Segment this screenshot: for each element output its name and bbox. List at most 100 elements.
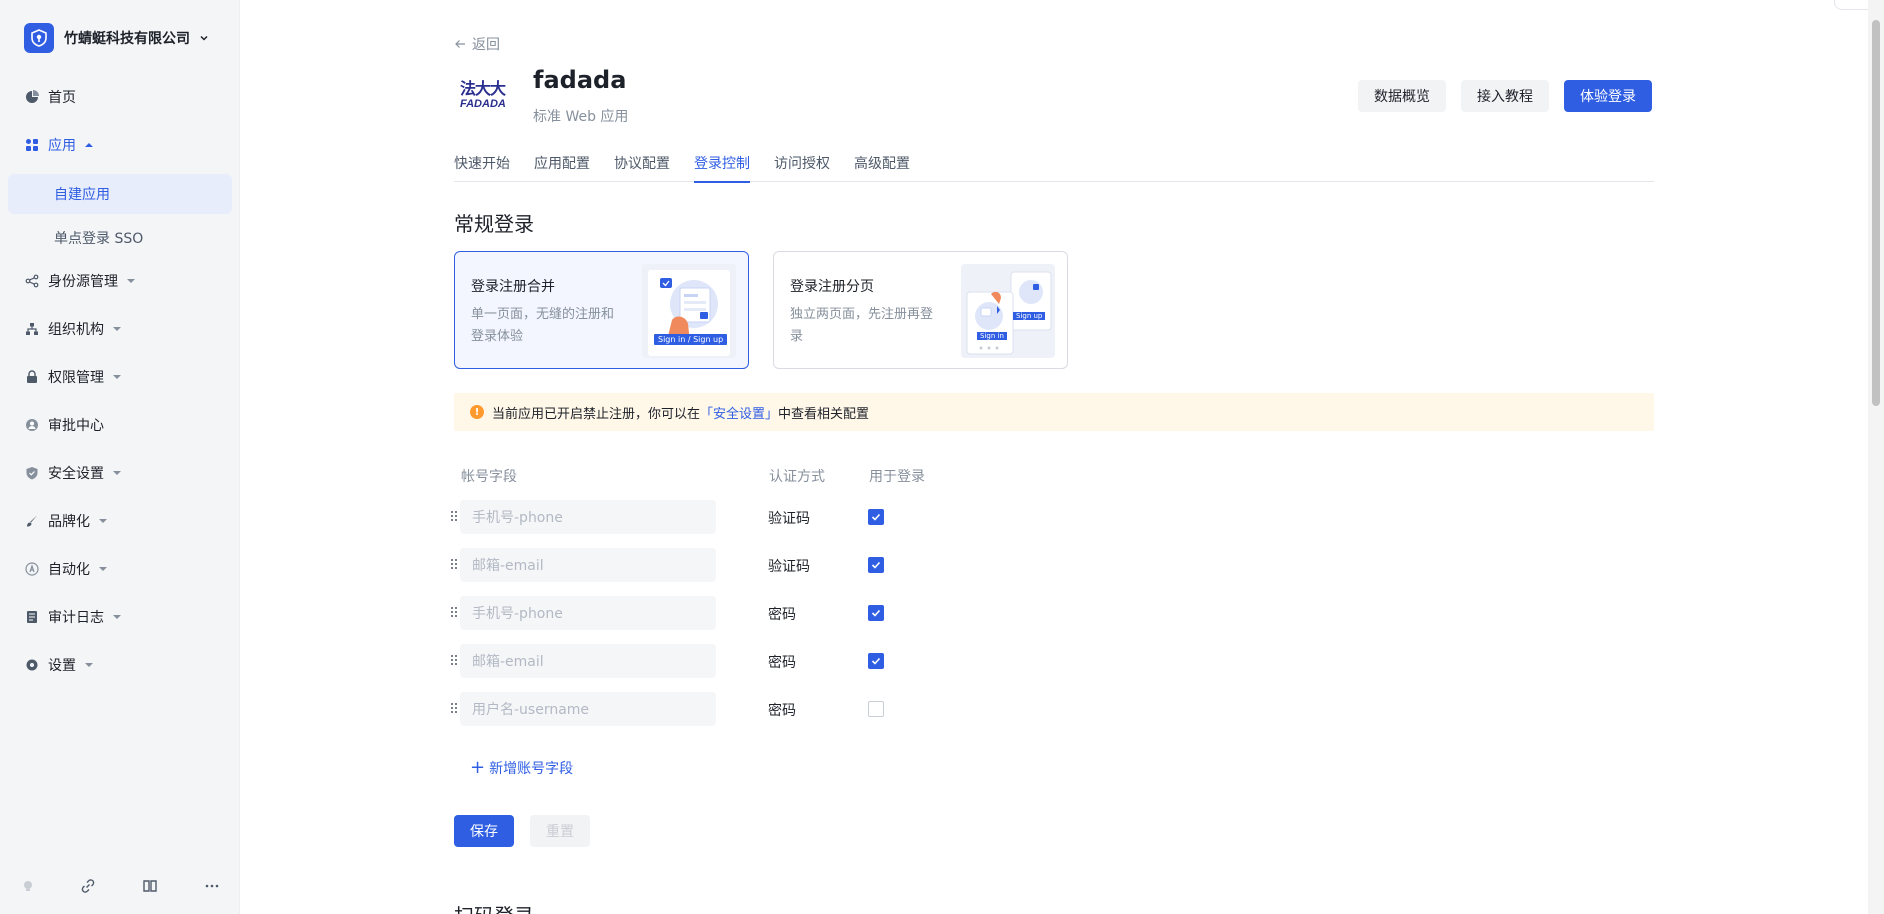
save-button[interactable]: 保存 xyxy=(454,815,514,847)
login-mode-card-separate[interactable]: 登录注册分页 独立两页面，先注册再登录 Sign up Sign in xyxy=(773,251,1068,369)
sidebar-item-label: 设置 xyxy=(48,658,76,674)
data-overview-button[interactable]: 数据概览 xyxy=(1358,80,1446,112)
use-for-login-checkbox[interactable] xyxy=(868,557,884,573)
apps-icon xyxy=(24,137,40,153)
sidebar-item-label: 身份源管理 xyxy=(48,274,118,290)
account-field-select[interactable]: 邮箱-email xyxy=(460,548,716,582)
table-row: 邮箱-email 密码 xyxy=(450,644,970,678)
drag-handle-icon[interactable] xyxy=(450,510,458,524)
sidebar-item-identity-sources[interactable]: 身份源管理 xyxy=(0,262,240,300)
tab-app-config[interactable]: 应用配置 xyxy=(534,152,590,182)
tab-advanced-config[interactable]: 高级配置 xyxy=(854,152,910,182)
org-switcher[interactable]: 竹蜻蜓科技有限公司 xyxy=(24,23,210,53)
add-label: 新增账号字段 xyxy=(489,760,574,777)
account-field-select[interactable]: 邮箱-email xyxy=(460,644,716,678)
card-title: 登录注册分页 xyxy=(790,279,874,295)
reset-button: 重置 xyxy=(530,815,590,847)
security-settings-link[interactable]: 「安全设置」 xyxy=(700,403,778,422)
tab-bar: 快速开始 应用配置 协议配置 登录控制 访问授权 高级配置 xyxy=(454,152,1654,183)
notice-text-after: 中查看相关配置 xyxy=(778,406,870,422)
app-logo-cn: 法大大 xyxy=(460,79,506,98)
try-login-button[interactable]: 体验登录 xyxy=(1564,80,1652,112)
sidebar-item-label: 自动化 xyxy=(48,562,90,578)
brush-icon xyxy=(24,513,40,529)
sidebar-item-branding[interactable]: 品牌化 xyxy=(0,502,240,540)
merged-login-illustration: Sign in / Sign up xyxy=(642,264,736,358)
sidebar-item-permissions[interactable]: 权限管理 xyxy=(0,358,240,396)
drag-handle-icon[interactable] xyxy=(450,654,458,668)
col-header-login: 用于登录 xyxy=(869,469,925,485)
signin-signup-chip: Sign in / Sign up xyxy=(654,334,728,345)
sidebar-item-apps[interactable]: 应用 xyxy=(0,126,240,164)
sidebar-item-automation[interactable]: 自动化 xyxy=(0,550,240,588)
sidebar-item-label: 应用 xyxy=(48,138,76,154)
use-for-login-checkbox[interactable] xyxy=(868,701,884,717)
caret-down-icon xyxy=(112,612,122,622)
warning-icon: ! xyxy=(470,405,484,419)
auth-method: 验证码 xyxy=(768,559,810,575)
sidebar-item-label: 审计日志 xyxy=(48,610,104,626)
col-header-field: 帐号字段 xyxy=(461,469,517,485)
check-icon xyxy=(871,609,881,617)
table-row: 邮箱-email 验证码 xyxy=(450,548,970,582)
sidebar-item-approval[interactable]: 审批中心 xyxy=(0,406,240,444)
app-subtitle: 标准 Web 应用 xyxy=(533,109,629,125)
signin-chip: Sign in xyxy=(977,332,1007,340)
back-link[interactable]: 返回 xyxy=(454,34,500,54)
user-circle-icon xyxy=(24,417,40,433)
sidebar-item-label: 审批中心 xyxy=(48,418,104,434)
use-for-login-checkbox[interactable] xyxy=(868,653,884,669)
tutorial-button[interactable]: 接入教程 xyxy=(1461,80,1549,112)
chevron-down-icon xyxy=(198,32,210,44)
account-field-select[interactable]: 手机号-phone xyxy=(460,596,716,630)
shield-icon xyxy=(24,465,40,481)
sidebar-nav: 首页 应用 自建应用 单点登录 SSO 身份源管理 组织机构 权限管理 审批中心 xyxy=(0,78,240,694)
col-header-auth: 认证方式 xyxy=(769,469,825,485)
caret-up-icon xyxy=(84,140,94,150)
gear-icon xyxy=(24,657,40,673)
caret-down-icon xyxy=(112,468,122,478)
sidebar-item-custom-apps[interactable]: 自建应用 xyxy=(8,174,232,214)
drag-handle-icon[interactable] xyxy=(450,558,458,572)
tab-login-control[interactable]: 登录控制 xyxy=(694,152,750,183)
scrollbar-thumb[interactable] xyxy=(1872,20,1880,406)
caret-down-icon xyxy=(112,372,122,382)
notice-text-before: 当前应用已开启禁止注册，你可以在 xyxy=(492,406,701,422)
sidebar-item-organization[interactable]: 组织机构 xyxy=(0,310,240,348)
scrollbar[interactable] xyxy=(1868,0,1884,914)
caret-down-icon xyxy=(126,276,136,286)
sidebar-item-label: 组织机构 xyxy=(48,322,104,338)
link-icon[interactable] xyxy=(78,876,98,896)
drag-handle-icon[interactable] xyxy=(450,702,458,716)
sidebar-item-home[interactable]: 首页 xyxy=(0,78,240,116)
sidebar-item-audit-log[interactable]: 审计日志 xyxy=(0,598,240,636)
login-mode-card-merged[interactable]: 登录注册合并 单一页面，无缝的注册和登录体验 Sign in / Sign up xyxy=(454,251,749,369)
drag-handle-icon[interactable] xyxy=(450,606,458,620)
auth-method: 验证码 xyxy=(768,511,810,527)
table-row: 用户名-username 密码 xyxy=(450,692,970,726)
tab-quick-start[interactable]: 快速开始 xyxy=(454,152,510,182)
sidebar-item-security[interactable]: 安全设置 xyxy=(0,454,240,492)
use-for-login-checkbox[interactable] xyxy=(868,605,884,621)
org-name: 竹蜻蜓科技有限公司 xyxy=(64,31,190,47)
auth-method: 密码 xyxy=(768,703,796,719)
sidebar: 竹蜻蜓科技有限公司 首页 应用 自建应用 单点登录 SSO 身份源管理 组织机构 xyxy=(0,0,240,914)
sidebar-item-label: 权限管理 xyxy=(48,370,104,386)
card-description: 单一页面，无缝的注册和登录体验 xyxy=(471,307,615,344)
bulb-icon[interactable] xyxy=(18,876,38,896)
app-logo-en: FADADA xyxy=(460,98,506,110)
book-icon[interactable] xyxy=(140,876,160,896)
use-for-login-checkbox[interactable] xyxy=(868,509,884,525)
tab-access-auth[interactable]: 访问授权 xyxy=(774,152,830,182)
arrow-left-icon xyxy=(455,40,465,48)
account-field-select[interactable]: 手机号-phone xyxy=(460,500,716,534)
more-icon[interactable] xyxy=(202,876,222,896)
sidebar-item-sso[interactable]: 单点登录 SSO xyxy=(8,218,232,258)
tab-protocol-config[interactable]: 协议配置 xyxy=(614,152,670,182)
automation-icon xyxy=(24,561,40,577)
sidebar-item-settings[interactable]: 设置 xyxy=(0,646,240,684)
add-account-field-button[interactable]: + 新增账号字段 xyxy=(470,757,573,778)
back-label: 返回 xyxy=(472,37,500,53)
account-field-select[interactable]: 用户名-username xyxy=(460,692,716,726)
table-row: 手机号-phone 验证码 xyxy=(450,500,970,534)
